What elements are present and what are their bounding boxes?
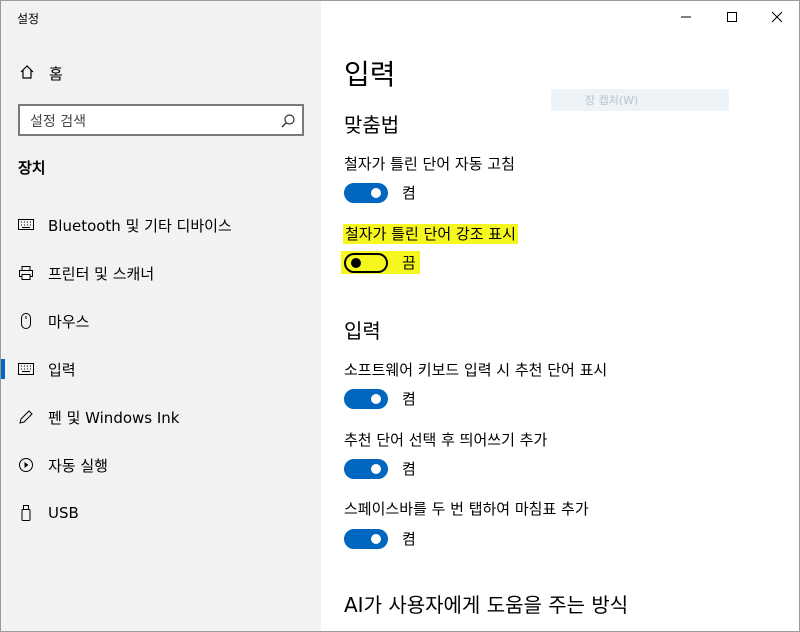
home-nav-item[interactable]: 홈	[19, 63, 63, 84]
settings-window: 설정 홈 설정 검색 장치 Bluetooth 및 기타 디바이스 프린터 및	[0, 0, 800, 632]
sidebar-item-mouse[interactable]: 마우스	[1, 301, 321, 341]
space-after-setting: 켬	[344, 458, 416, 479]
space-after-toggle[interactable]	[344, 458, 388, 479]
bluetooth-devices-icon	[18, 217, 34, 233]
sidebar-item-label: 펜 및 Windows Ink	[48, 408, 180, 427]
sidebar-item-printers[interactable]: 프린터 및 스캐너	[1, 253, 321, 293]
suggestions-state: 켬	[402, 390, 416, 408]
autocorrect-label: 철자가 틀린 단어 자동 고침	[344, 155, 515, 173]
sidebar-item-usb[interactable]: USB	[1, 493, 321, 533]
sidebar-item-typing[interactable]: 입력	[1, 349, 321, 389]
page-title: 입력	[344, 58, 396, 91]
autocorrect-setting: 켬	[344, 182, 416, 203]
sidebar-item-pen[interactable]: 펜 및 Windows Ink	[1, 397, 321, 437]
sidebar-item-autoplay[interactable]: 자동 실행	[1, 445, 321, 485]
main-content: 입력 장 캡처(W) 맞춤법 철자가 틀린 단어 자동 고침 켬 철자가 틀린 …	[321, 1, 799, 631]
suggestions-toggle[interactable]	[344, 388, 388, 409]
highlight-toggle[interactable]	[344, 252, 388, 273]
toggle-knob	[351, 257, 361, 268]
app-title: 설정	[17, 12, 40, 26]
sidebar-item-label: 프린터 및 스캐너	[48, 264, 155, 283]
home-icon	[19, 64, 35, 84]
highlight-setting: 끔	[341, 251, 420, 274]
mouse-icon	[18, 313, 34, 329]
toggle-knob	[371, 187, 381, 198]
search-icon[interactable]	[280, 113, 296, 133]
printer-icon	[18, 265, 34, 281]
suggestions-setting: 켬	[344, 388, 416, 409]
sidebar-item-bluetooth[interactable]: Bluetooth 및 기타 디바이스	[1, 205, 321, 245]
toggle-knob	[371, 533, 381, 544]
period-setting: 켬	[344, 528, 416, 549]
toggle-knob	[371, 463, 381, 474]
highlight-label: 철자가 틀린 단어 강조 표시	[343, 223, 518, 244]
spellcheck-heading: 맞춤법	[344, 113, 400, 137]
autocorrect-state: 켬	[402, 184, 416, 202]
autoplay-icon	[18, 457, 34, 473]
section-title: 장치	[18, 159, 46, 177]
sidebar-item-label: 자동 실행	[48, 456, 108, 475]
sidebar: 설정 홈 설정 검색 장치 Bluetooth 및 기타 디바이스 프린터 및	[1, 1, 321, 631]
sidebar-item-label: USB	[48, 504, 79, 522]
suggestions-label: 소프트웨어 키보드 입력 시 추천 단어 표시	[344, 361, 608, 379]
toggle-knob	[371, 393, 381, 404]
home-label: 홈	[49, 65, 63, 83]
highlight-state: 끔	[402, 254, 416, 272]
period-toggle[interactable]	[344, 528, 388, 549]
ai-heading: AI가 사용자에게 도움을 주는 방식	[344, 593, 629, 617]
sidebar-item-label: 마우스	[48, 312, 90, 331]
capture-watermark: 장 캡처(W)	[551, 89, 729, 111]
period-state: 켬	[402, 530, 416, 548]
highlight-label-text: 철자가 틀린 단어 강조 표시	[343, 224, 518, 244]
autocorrect-toggle[interactable]	[344, 182, 388, 203]
usb-icon	[18, 505, 34, 521]
space-after-label: 추천 단어 선택 후 띄어쓰기 추가	[344, 431, 548, 449]
pen-icon	[18, 409, 34, 425]
keyboard-icon	[18, 361, 34, 377]
typing-heading: 입력	[344, 319, 381, 343]
search-placeholder: 설정 검색	[30, 114, 86, 130]
sidebar-item-label: 입력	[48, 360, 76, 379]
space-after-state: 켬	[402, 460, 416, 478]
period-label: 스페이스바를 두 번 탭하여 마침표 추가	[344, 500, 589, 518]
sidebar-item-label: Bluetooth 및 기타 디바이스	[48, 216, 232, 235]
search-input[interactable]: 설정 검색	[18, 104, 304, 136]
